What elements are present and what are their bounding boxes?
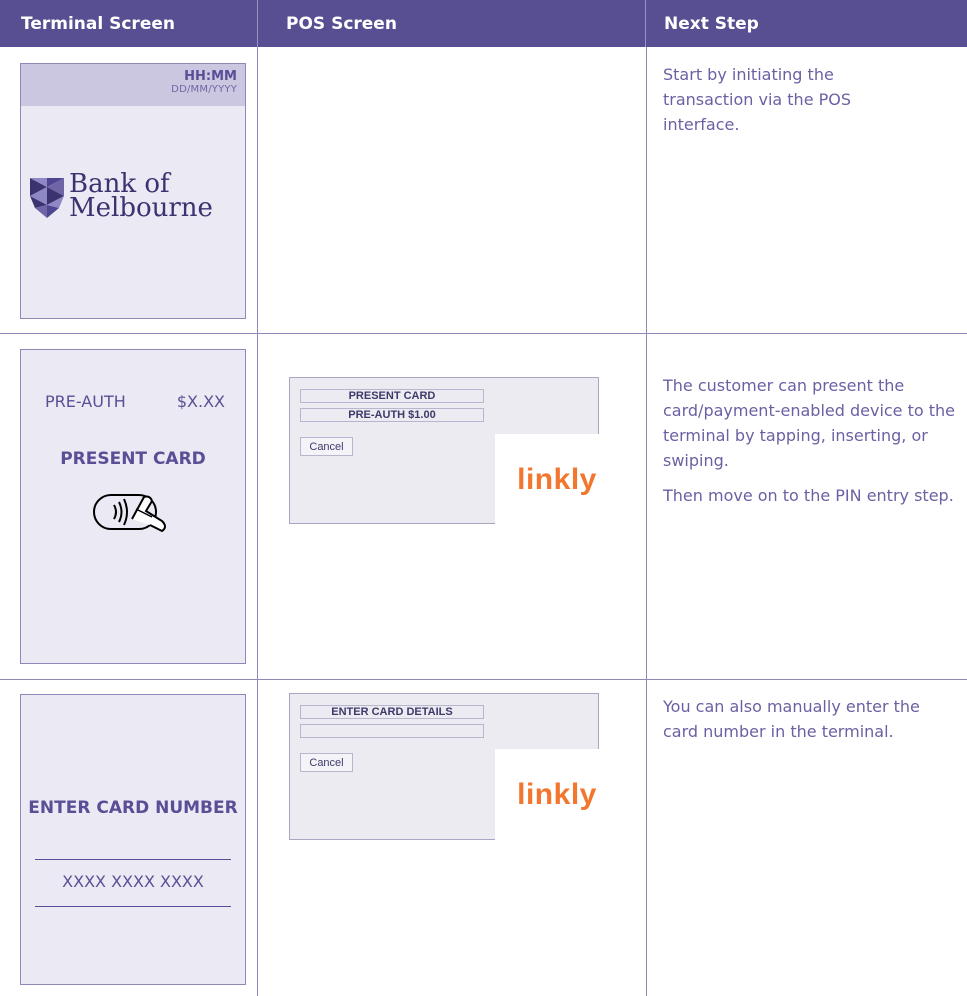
cancel-button[interactable]: Cancel bbox=[300, 753, 353, 772]
preauth-label: PRE-AUTH bbox=[45, 392, 126, 411]
linkly-logo: linkly bbox=[495, 749, 619, 840]
pos-status-line-2: PRE-AUTH $1.00 bbox=[300, 408, 484, 422]
column-divider-1 bbox=[257, 47, 258, 996]
next-step-3: You can also manually enter the card num… bbox=[663, 697, 920, 741]
linkly-logo: linkly bbox=[495, 434, 619, 525]
cancel-button[interactable]: Cancel bbox=[300, 437, 353, 456]
terminal-time: HH:MM bbox=[184, 69, 237, 84]
input-rule-top bbox=[35, 859, 231, 860]
terminal-status-bar: HH:MM DD/MM/YYYY bbox=[21, 64, 245, 106]
pos-screen-present-card: PRESENT CARD PRE-AUTH $1.00 Cancel linkl… bbox=[289, 377, 619, 525]
terminal-screen-enter-card: ENTER CARD NUMBER XXXX XXXX XXXX bbox=[20, 694, 246, 985]
pos-status-line-1: PRESENT CARD bbox=[300, 389, 484, 403]
table-header: Terminal Screen POS Screen Next Step bbox=[0, 0, 967, 47]
row-divider-2 bbox=[0, 679, 967, 680]
bank-logo: Bank of Melbourne bbox=[30, 169, 213, 223]
present-card-prompt: PRESENT CARD bbox=[60, 449, 206, 469]
contactless-card-icon bbox=[21, 489, 245, 539]
preauth-row: PRE-AUTH $X.XX bbox=[21, 392, 245, 411]
pos-input-field[interactable] bbox=[300, 724, 484, 738]
pos-screen-enter-card: ENTER CARD DETAILS Cancel linkly bbox=[289, 693, 619, 840]
row-divider-1 bbox=[0, 333, 967, 334]
enter-card-number-prompt: ENTER CARD NUMBER bbox=[28, 798, 238, 818]
header-next-step: Next Step bbox=[664, 13, 759, 34]
next-step-1: Start by initiating the transaction via … bbox=[663, 65, 852, 134]
next-step-2: The customer can present the card/paymen… bbox=[663, 373, 963, 508]
pos-status-line-1: ENTER CARD DETAILS bbox=[300, 705, 484, 719]
column-divider-2 bbox=[646, 47, 647, 996]
terminal-screen-present-card: PRE-AUTH $X.XX PRESENT CARD bbox=[20, 349, 246, 664]
masked-card-number: XXXX XXXX XXXX bbox=[62, 872, 204, 891]
header-terminal-screen: Terminal Screen bbox=[21, 13, 175, 34]
terminal-screen-idle: HH:MM DD/MM/YYYY Bank of Melbourne bbox=[20, 63, 246, 319]
bank-shield-icon bbox=[30, 178, 64, 218]
input-rule-bottom bbox=[35, 906, 231, 907]
bank-logo-text: Bank of Melbourne bbox=[69, 169, 213, 223]
next-step-2-paragraph-1: The customer can present the card/paymen… bbox=[663, 376, 956, 470]
terminal-date: DD/MM/YYYY bbox=[171, 84, 237, 95]
header-pos-screen: POS Screen bbox=[257, 0, 646, 47]
preauth-amount: $X.XX bbox=[176, 392, 225, 411]
next-step-2-paragraph-2: Then move on to the PIN entry step. bbox=[663, 486, 954, 505]
